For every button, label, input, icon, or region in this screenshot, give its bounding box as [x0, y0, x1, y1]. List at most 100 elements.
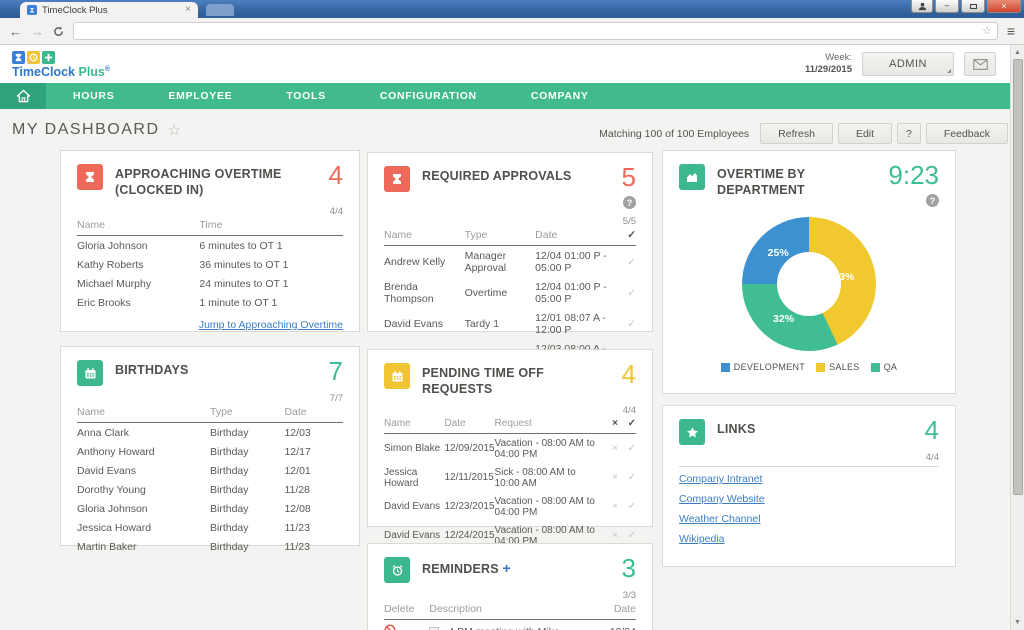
col-date: Date	[586, 601, 636, 620]
approaching-overtime-table: Name Time Gloria Johnson6 minutes to OT …	[77, 217, 343, 312]
table-row[interactable]: Jessica Howard12/11/2015Sick - 08:00 AM …	[384, 463, 636, 492]
employee-name: Brenda Thompson	[384, 277, 465, 308]
header-right: Week: 11/29/2015 ADMIN	[805, 52, 996, 76]
close-button[interactable]: ×	[987, 0, 1021, 13]
refresh-button[interactable]: Refresh	[760, 123, 833, 144]
new-tab-button[interactable]	[206, 4, 234, 16]
legend-label: SALES	[829, 362, 860, 372]
nav-item-home[interactable]	[0, 83, 46, 109]
week-label: Week:	[805, 52, 852, 64]
col-name: Name	[384, 227, 465, 246]
nav-item-hours[interactable]: HOURS	[46, 83, 141, 109]
help-icon[interactable]: ?	[623, 196, 636, 209]
approve-icon[interactable]: ✓	[618, 433, 636, 463]
feedback-button[interactable]: Feedback	[926, 123, 1008, 144]
nav-item-employee[interactable]: EMPLOYEE	[141, 83, 259, 109]
table-row[interactable]: Michael Murphy24 minutes to OT 1	[77, 274, 343, 293]
link-wikipedia[interactable]: Wikipedia	[679, 533, 939, 545]
request-detail: Vacation - 08:00 AM to 04:00 PM	[495, 433, 600, 463]
forward-button[interactable]: →	[31, 25, 44, 38]
event-type: Birthday	[210, 537, 284, 556]
time-to-ot: 36 minutes to OT 1	[199, 255, 343, 274]
reminder-checkbox[interactable]	[429, 627, 439, 630]
nav-item-configuration[interactable]: CONFIGURATION	[353, 83, 504, 109]
table-row[interactable]: David EvansTardy 112/01 08:07 A - 12:00 …	[384, 308, 636, 339]
approve-icon[interactable]: ✓	[618, 277, 636, 308]
table-row[interactable]: Andrew KellyManager Approval12/04 01:00 …	[384, 246, 636, 278]
card-header: PENDING TIME OFF REQUESTS 4	[384, 363, 636, 398]
donut-chart[interactable]	[742, 217, 876, 351]
table-row[interactable]: Martin BakerBirthday11/23	[77, 537, 343, 556]
table-row[interactable]: David EvansBirthday12/01	[77, 461, 343, 480]
messages-button[interactable]	[964, 52, 996, 76]
table-row[interactable]: Gloria JohnsonBirthday12/08	[77, 499, 343, 518]
table-row[interactable]: Jessica HowardBirthday11/23	[77, 518, 343, 537]
nav-item-tools[interactable]: TOOLS	[259, 83, 352, 109]
employee-name: Anna Clark	[77, 423, 210, 443]
table-row[interactable]: Dorothy YoungBirthday11/28	[77, 480, 343, 499]
dashboard-content: MY DASHBOARD ☆ Matching 100 of 100 Emplo…	[0, 109, 1024, 630]
browser-menu-icon[interactable]: ≡	[1007, 24, 1015, 38]
logo-word-plus: Plus	[78, 65, 104, 79]
approve-all-icon[interactable]: ✓	[618, 227, 636, 246]
scroll-up-icon[interactable]: ▲	[1011, 46, 1024, 59]
deny-icon[interactable]: ×	[600, 492, 618, 521]
table-row[interactable]: Brenda ThompsonOvertime12/04 01:00 P - 0…	[384, 277, 636, 308]
help-button[interactable]: ?	[897, 123, 921, 144]
card-title: LINKS	[717, 419, 913, 445]
profile-button[interactable]	[911, 0, 933, 13]
logo-hourglass-icon	[12, 51, 25, 64]
minimize-button[interactable]: –	[935, 0, 959, 13]
deny-icon[interactable]: ×	[600, 463, 618, 492]
approve-all-icon[interactable]: ✓	[618, 416, 636, 434]
back-button[interactable]: ←	[9, 25, 22, 38]
legend-label: QA	[884, 362, 898, 372]
link-company-website[interactable]: Company Website	[679, 493, 939, 505]
browser-tab[interactable]: TimeClock Plus ×	[20, 2, 198, 18]
table-row[interactable]: Simon Blake12/09/2015Vacation - 08:00 AM…	[384, 433, 636, 463]
browser-window: TimeClock Plus × – × ← → ☆ ≡	[0, 0, 1024, 630]
link-weather-channel[interactable]: Weather Channel	[679, 513, 939, 525]
jump-to-approaching-overtime-link[interactable]: Jump to Approaching Overtime	[77, 319, 343, 331]
deny-icon[interactable]: ×	[600, 433, 618, 463]
table-row[interactable]: Eric Brooks1 minute to OT 1	[77, 293, 343, 312]
col-delete: Delete	[384, 601, 429, 620]
request-detail: Sick - 08:00 AM to 10:00 AM	[495, 463, 600, 492]
add-reminder-button[interactable]: +	[503, 560, 511, 576]
table-row[interactable]: 4 PM meeting with Mike 12/04	[384, 620, 636, 630]
event-date: 12/08	[284, 499, 343, 518]
edit-button[interactable]: Edit	[838, 123, 892, 144]
legend-swatch	[871, 363, 880, 372]
card-title: BIRTHDAYS	[115, 360, 317, 386]
deny-all-icon[interactable]: ×	[600, 416, 618, 434]
help-icon[interactable]: ?	[926, 194, 939, 207]
table-row[interactable]: David Evans12/23/2015Vacation - 08:00 AM…	[384, 492, 636, 521]
table-row[interactable]: Kathy Roberts36 minutes to OT 1	[77, 255, 343, 274]
approve-icon[interactable]: ✓	[618, 492, 636, 521]
approve-icon[interactable]: ✓	[618, 246, 636, 278]
favorite-star-icon[interactable]: ☆	[168, 121, 181, 139]
table-row[interactable]: Anthony HowardBirthday12/17	[77, 442, 343, 461]
employee-name: David Evans	[384, 308, 465, 339]
admin-menu-button[interactable]: ADMIN	[862, 52, 954, 76]
event-date: 11/28	[284, 480, 343, 499]
tab-close-icon[interactable]: ×	[185, 5, 191, 15]
link-company-intranet[interactable]: Company Intranet	[679, 473, 939, 485]
approve-icon[interactable]: ✓	[618, 463, 636, 492]
bookmark-star-icon[interactable]: ☆	[982, 26, 992, 37]
scrollbar-thumb[interactable]	[1013, 59, 1023, 495]
page-scrollbar[interactable]: ▲ ▼	[1010, 45, 1024, 630]
table-row[interactable]: Anna ClarkBirthday12/03	[77, 423, 343, 443]
nav-item-company[interactable]: COMPANY	[504, 83, 616, 109]
request-date: 12/11/2015	[444, 463, 494, 492]
card-count: 7	[329, 356, 343, 386]
maximize-icon	[970, 4, 977, 9]
address-bar[interactable]: ☆	[73, 22, 998, 40]
reload-button[interactable]	[53, 26, 64, 37]
maximize-button[interactable]	[961, 0, 985, 13]
window-controls: – ×	[911, 0, 1021, 13]
scroll-down-icon[interactable]: ▼	[1011, 616, 1024, 629]
table-row[interactable]: Gloria Johnson6 minutes to OT 1	[77, 235, 343, 255]
approval-type: Overtime	[465, 277, 536, 308]
approve-icon[interactable]: ✓	[618, 308, 636, 339]
